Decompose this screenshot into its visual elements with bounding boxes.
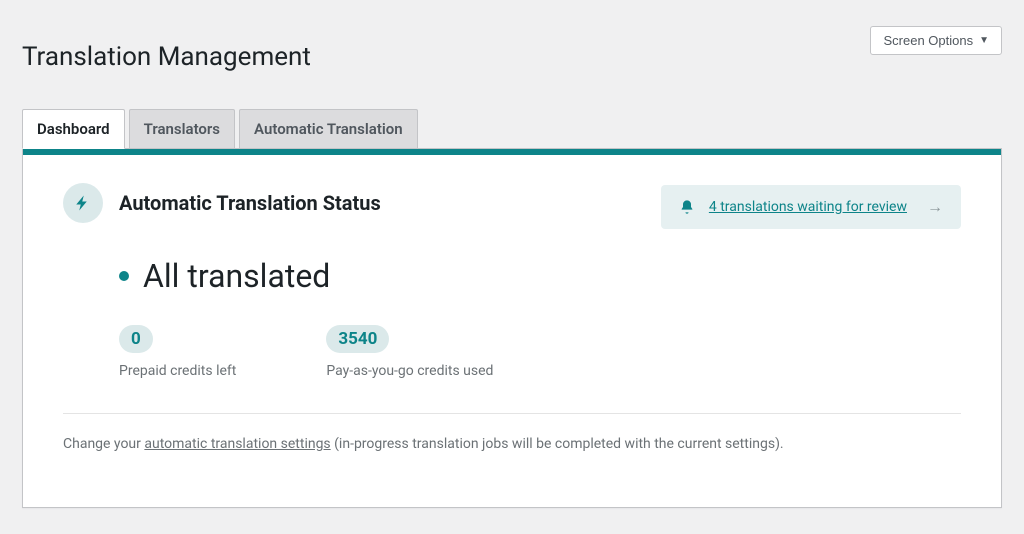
status-text: All translated (143, 257, 330, 295)
prepaid-label: Prepaid credits left (119, 363, 236, 379)
chevron-down-icon: ▼ (979, 35, 989, 46)
status-section-title: Automatic Translation Status (119, 191, 381, 215)
footer-prefix: Change your (63, 436, 144, 452)
tab-dashboard[interactable]: Dashboard (22, 109, 125, 149)
payg-value: 3540 (326, 325, 389, 353)
tab-automatic-translation[interactable]: Automatic Translation (239, 109, 418, 149)
status-dot-icon (119, 271, 129, 281)
page-title: Translation Management (22, 42, 311, 72)
tab-translators[interactable]: Translators (129, 109, 235, 149)
tab-list: Dashboard Translators Automatic Translat… (22, 108, 1002, 148)
dashboard-panel: Automatic Translation Status 4 translati… (22, 148, 1002, 508)
tabs-container: Dashboard Translators Automatic Translat… (22, 108, 1002, 508)
accent-bar (23, 149, 1001, 155)
metric-prepaid: 0 Prepaid credits left (119, 325, 236, 379)
bell-icon (679, 199, 695, 215)
payg-label: Pay-as-you-go credits used (326, 363, 493, 379)
screen-options-button[interactable]: Screen Options ▼ (870, 26, 1002, 55)
arrow-right-icon: → (927, 197, 943, 217)
metric-payg: 3540 Pay-as-you-go credits used (326, 325, 493, 379)
review-link[interactable]: 4 translations waiting for review (709, 199, 907, 215)
metrics-row: 0 Prepaid credits left 3540 Pay-as-you-g… (119, 325, 961, 379)
footer-suffix: (in-progress translation jobs will be co… (331, 436, 784, 452)
review-notice[interactable]: 4 translations waiting for review → (661, 185, 961, 229)
bolt-icon (63, 183, 103, 223)
status-row: All translated (119, 257, 961, 295)
divider (63, 413, 961, 414)
screen-options-label: Screen Options (883, 33, 973, 48)
status-header-row: Automatic Translation Status 4 translati… (63, 183, 961, 229)
prepaid-value: 0 (119, 325, 153, 353)
footer-line: Change your automatic translation settin… (63, 436, 961, 452)
status-title-group: Automatic Translation Status (63, 183, 381, 223)
automatic-translation-settings-link[interactable]: automatic translation settings (144, 436, 330, 452)
